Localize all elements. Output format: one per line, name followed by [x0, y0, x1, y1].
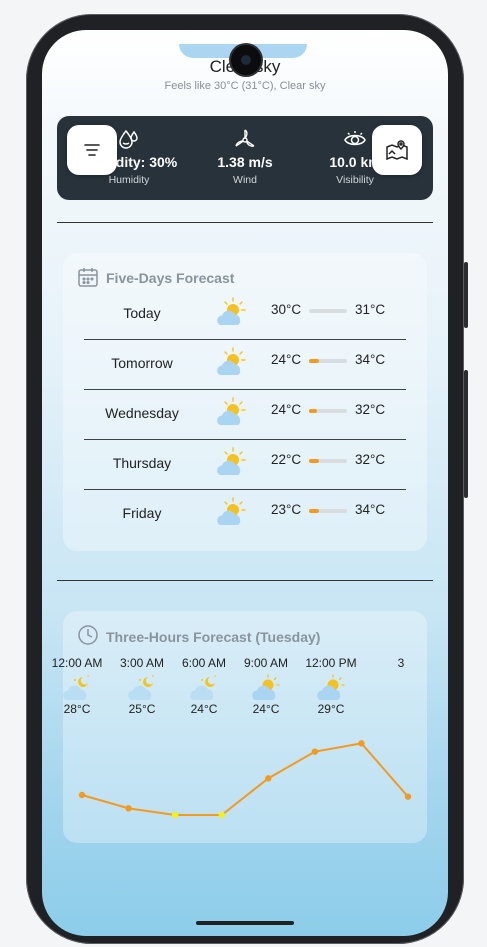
- temperature-point: [125, 805, 132, 812]
- temperature-line-chart: [78, 740, 412, 819]
- power-button[interactable]: [464, 262, 468, 328]
- section-divider: [57, 222, 433, 223]
- hour-temp: 28°C: [63, 702, 91, 716]
- forecast-day-row: Tomorrow 24°C 34°C: [84, 339, 406, 389]
- day-name: Thursday: [112, 455, 172, 471]
- partly-cloudy-icon: [217, 347, 246, 375]
- five-day-title: Five-Days Forecast: [106, 270, 235, 286]
- temperature-point: [218, 811, 225, 819]
- hourly-forecast-item: 9:00 AM 24°C: [231, 656, 301, 716]
- calendar-icon: [78, 268, 98, 287]
- wind-value: 1.38 m/s: [217, 154, 273, 170]
- humidity-label: Humidity: [108, 174, 150, 186]
- day-name: Wednesday: [105, 405, 179, 421]
- day-high-temp: 32°C: [355, 452, 386, 467]
- hour-temp: 24°C: [252, 702, 280, 716]
- day-name: Tomorrow: [111, 355, 173, 371]
- hour-time: 12:00 AM: [51, 656, 103, 670]
- day-name: Friday: [122, 505, 162, 521]
- three-hour-title: Three-Hours Forecast (Tuesday): [106, 629, 321, 645]
- volume-button[interactable]: [464, 370, 468, 498]
- temperature-point: [265, 775, 272, 782]
- day-low-temp: 23°C: [271, 502, 302, 517]
- partly-cloudy-icon: [217, 447, 246, 475]
- temp-range-fill: [309, 459, 319, 463]
- hour-temp: 24°C: [190, 702, 218, 716]
- partly-cloudy-icon: [217, 397, 246, 425]
- day-low-temp: 30°C: [271, 302, 302, 317]
- day-high-temp: 31°C: [355, 302, 386, 317]
- partly-sunny-icon: [317, 674, 345, 700]
- forecast-day-row: Wednesday 24°C 32°C: [84, 389, 406, 439]
- forecast-day-row: Today 30°C 31°C: [84, 289, 406, 339]
- partly-cloudy-icon: [217, 497, 246, 525]
- hour-time: 9:00 AM: [243, 656, 289, 670]
- temperature-point: [78, 791, 86, 799]
- map-icon: [386, 140, 408, 161]
- temperature-line: [81, 742, 409, 816]
- night-cloud-icon: [63, 675, 89, 700]
- feels-like-text: Feels like 30°C (31°C), Clear sky: [164, 80, 326, 92]
- menu-button[interactable]: [67, 125, 117, 175]
- day-low-temp: 22°C: [271, 452, 302, 467]
- wind-icon: [235, 129, 255, 147]
- hourly-forecast-item: 3: [366, 656, 436, 670]
- hourly-forecast-item: 12:00 PM 29°C: [296, 656, 366, 716]
- hour-time: 6:00 AM: [181, 656, 227, 670]
- day-high-temp: 32°C: [355, 402, 386, 417]
- wind-label: Wind: [233, 174, 257, 186]
- temperature-point: [358, 740, 365, 747]
- hour-time: 3:00 AM: [119, 656, 165, 670]
- temp-range-bar: [309, 459, 347, 463]
- hour-temp: 25°C: [128, 702, 156, 716]
- section-divider: [57, 580, 433, 581]
- night-cloud-icon: [190, 675, 216, 700]
- day-name: Today: [123, 305, 161, 321]
- temp-range-fill: [309, 359, 319, 363]
- temp-range-bar: [309, 509, 347, 513]
- humidity-icon: [119, 129, 138, 149]
- hourly-forecast-item: 3:00 AM 25°C: [107, 656, 177, 716]
- day-low-temp: 24°C: [271, 352, 302, 367]
- visibility-label: Visibility: [336, 174, 374, 186]
- temp-range-bar: [309, 309, 347, 313]
- clock-icon: [78, 625, 98, 645]
- front-camera: [231, 45, 261, 75]
- day-low-temp: 24°C: [271, 402, 302, 417]
- temp-range-fill: [309, 409, 317, 413]
- hour-time: 3: [397, 656, 405, 670]
- temp-range-bar: [309, 359, 347, 363]
- menu-icon: [84, 144, 100, 156]
- hourly-forecast-item: 12:00 AM 28°C: [42, 656, 112, 716]
- temperature-point: [311, 748, 319, 755]
- temp-range-bar: [309, 409, 347, 413]
- home-indicator[interactable]: [196, 921, 294, 925]
- app-screen: Clear sky Feels like 30°C (31°C), Clear …: [42, 30, 448, 936]
- map-button[interactable]: [372, 125, 422, 175]
- partly-cloudy-icon: [217, 297, 246, 325]
- hour-time: 12:00 PM: [305, 656, 357, 670]
- visibility-icon: [344, 131, 366, 146]
- night-cloud-icon: [128, 675, 154, 700]
- partly-sunny-icon: [252, 674, 280, 700]
- hourly-forecast-item: 6:00 AM 24°C: [169, 656, 239, 716]
- hour-temp: 29°C: [317, 702, 345, 716]
- temp-range-fill: [309, 509, 319, 513]
- wind-stat: 1.38 m/s Wind: [185, 116, 305, 186]
- temperature-point: [171, 811, 179, 819]
- day-high-temp: 34°C: [355, 352, 386, 367]
- day-high-temp: 34°C: [355, 502, 386, 517]
- forecast-day-row: Thursday 22°C 32°C: [84, 439, 406, 489]
- forecast-day-row: Friday 23°C 34°C: [84, 489, 406, 539]
- temperature-point: [404, 793, 412, 800]
